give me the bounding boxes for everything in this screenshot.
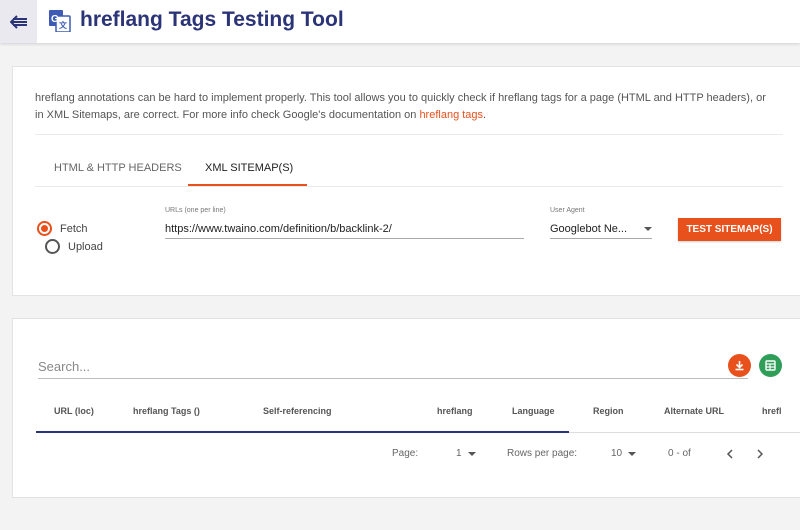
col-hreflang[interactable]: hreflang <box>437 406 473 416</box>
search-input[interactable] <box>38 355 748 379</box>
radio-upload[interactable]: Upload <box>45 239 103 254</box>
chevron-right-icon <box>757 449 764 459</box>
col-hreflang-cut[interactable]: hrefl <box>762 406 782 416</box>
col-language[interactable]: Language <box>512 406 555 416</box>
radio-fetch[interactable]: Fetch <box>37 221 88 236</box>
svg-text:文: 文 <box>59 20 68 30</box>
arrow-left-icon <box>9 14 27 29</box>
radio-unchecked-icon <box>45 239 60 254</box>
urls-input[interactable] <box>165 219 524 239</box>
top-bar: G 文 hreflang Tags Testing Tool <box>0 0 800 43</box>
svg-text:G: G <box>51 14 59 25</box>
download-icon <box>735 361 744 371</box>
table-header-underline <box>36 431 569 433</box>
rows-per-page-label: Rows per page: <box>507 448 578 459</box>
intro-text: hreflang annotations can be hard to impl… <box>35 92 766 121</box>
chevron-left-icon <box>726 449 733 459</box>
page-label: Page: <box>392 448 419 459</box>
download-button[interactable] <box>728 354 751 377</box>
spreadsheet-icon <box>765 360 776 371</box>
caret-down-icon <box>644 226 652 231</box>
results-card: URL (loc) hreflang Tags () Self-referenc… <box>12 318 800 498</box>
caret-down-icon <box>467 451 476 456</box>
col-hreflang-tags[interactable]: hreflang Tags () <box>133 406 200 416</box>
urls-label: URLs (one per line) <box>165 207 226 214</box>
export-sheet-button[interactable] <box>759 354 782 377</box>
tab-xml-sitemaps[interactable]: XML SITEMAP(S) <box>205 162 293 174</box>
col-alternate-url[interactable]: Alternate URL <box>664 406 724 416</box>
input-card: hreflang annotations can be hard to impl… <box>12 66 800 296</box>
col-self-referencing[interactable]: Self-referencing <box>263 406 332 416</box>
hreflang-docs-link[interactable]: hreflang tags <box>419 109 483 121</box>
page-title: hreflang Tags Testing Tool <box>80 8 344 31</box>
table-header-line <box>569 432 800 433</box>
page-select[interactable]: 1 <box>456 448 476 459</box>
caret-down-icon <box>628 451 637 456</box>
user-agent-select[interactable]: Googlebot Ne... <box>550 219 652 239</box>
next-page-button[interactable] <box>753 447 767 461</box>
tab-html-http-headers[interactable]: HTML & HTTP HEADERS <box>54 162 182 174</box>
page-range: 0 - of <box>668 448 691 459</box>
prev-page-button[interactable] <box>723 447 737 461</box>
tabs-divider <box>35 186 783 187</box>
test-sitemaps-button[interactable]: TEST SITEMAP(S) <box>678 218 781 241</box>
divider <box>35 134 783 135</box>
col-url-loc[interactable]: URL (loc) <box>54 406 94 416</box>
google-translate-icon: G 文 <box>49 10 71 32</box>
col-region[interactable]: Region <box>593 406 624 416</box>
back-button[interactable] <box>0 0 37 43</box>
radio-checked-icon <box>37 221 52 236</box>
rows-per-page-select[interactable]: 10 <box>611 448 637 459</box>
user-agent-label: User Agent <box>550 207 585 214</box>
